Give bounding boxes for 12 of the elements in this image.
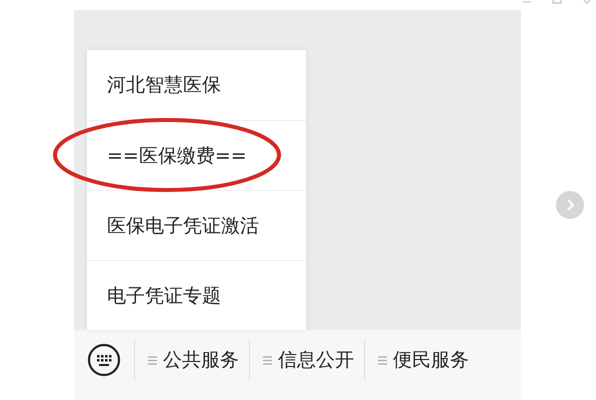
menu-icon bbox=[378, 356, 387, 364]
menu-tab[interactable]: 信息公开 bbox=[249, 340, 364, 380]
menu-tab[interactable]: 便民服务 bbox=[364, 340, 479, 380]
menu-item[interactable]: 河北智慧医保 bbox=[87, 50, 306, 120]
menu-tab[interactable]: 公共服务 bbox=[134, 340, 249, 380]
menu-item[interactable]: ==医保缴费== bbox=[87, 120, 306, 190]
keyboard-icon[interactable] bbox=[87, 343, 121, 377]
menu-icon bbox=[148, 356, 157, 364]
menu-item[interactable]: 医保电子凭证激活 bbox=[87, 190, 306, 260]
menu-icon bbox=[263, 356, 272, 364]
minimize-icon[interactable] bbox=[522, 0, 532, 4]
maximize-icon[interactable] bbox=[552, 0, 562, 4]
